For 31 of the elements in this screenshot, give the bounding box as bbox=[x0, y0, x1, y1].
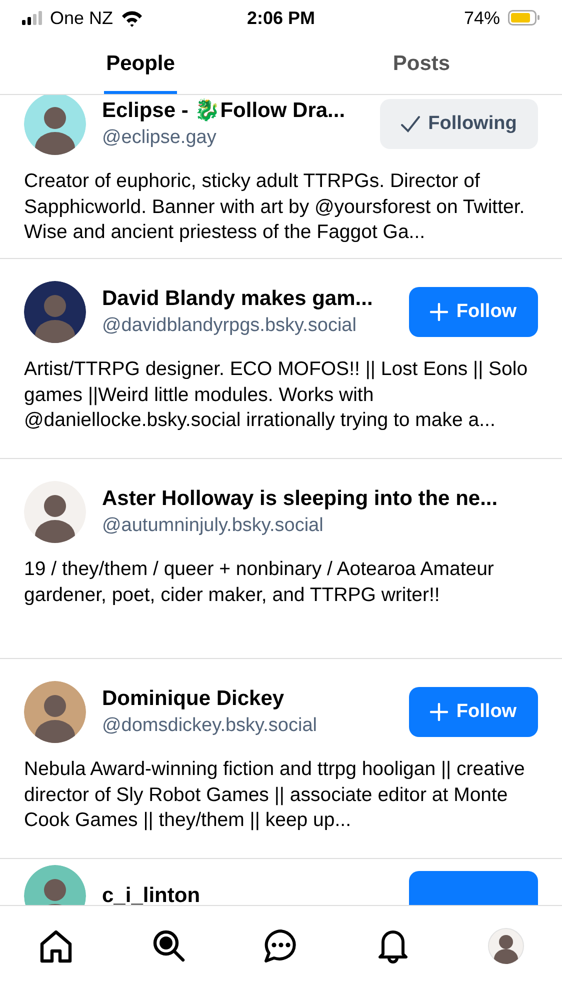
user-handle: @eclipse.gay bbox=[102, 126, 218, 150]
follow-button[interactable]: Follow bbox=[409, 287, 538, 337]
battery-icon bbox=[508, 10, 540, 26]
profile-bio: Nebula Award-winning fiction and ttrpg hooligan || creative director of Sly Robot Games || associate editor at Monte Cook Games || they/them || keep up... bbox=[24, 757, 526, 833]
display-name: David Blandy makes gam... bbox=[102, 286, 374, 312]
display-name: c_i_linton bbox=[102, 883, 202, 905]
user-handle: @davidblandyrpgs.bsky.social bbox=[102, 314, 358, 338]
display-name: Eclipse - 🐉Follow Dra... bbox=[102, 98, 346, 124]
signal-icon bbox=[22, 11, 42, 25]
follow-button[interactable]: Follow bbox=[409, 687, 538, 737]
clock-time: 2:06 PM bbox=[246, 6, 316, 30]
following-button[interactable]: Following bbox=[380, 99, 538, 149]
battery-percent: 74% bbox=[464, 6, 500, 30]
display-name: Dominique Dickey bbox=[102, 686, 286, 712]
profile-bio: Creator of euphoric, sticky adult TTRPGs. Director of Sapphicworld. Banner with art by @yoursforest on Twitter. Wise and ancient priestess of the Faggot Ga... bbox=[24, 169, 526, 245]
profile-bio: 19 / they/them / queer + nonbinary / Aotearoa Amateur gardener, poet, cider maker, and TTRPG writer!! bbox=[24, 557, 495, 608]
carrier-name: One NZ bbox=[50, 6, 114, 30]
plus-icon bbox=[430, 303, 448, 321]
profile-bio: Artist/TTRPG designer. ECO MOFOS!! || Lost Eons || Solo games ||Weird little modules. Works with @daniellocke.bsky.social irrationally trying to make a... bbox=[24, 357, 529, 433]
tab[interactable]: People bbox=[104, 36, 177, 94]
chat-icon[interactable] bbox=[262, 928, 299, 964]
tab[interactable]: Posts bbox=[390, 36, 452, 94]
user-handle: @autumninjuly.bsky.social bbox=[102, 514, 324, 538]
wifi-icon bbox=[121, 10, 144, 26]
search-icon[interactable] bbox=[150, 928, 187, 964]
display-name: Aster Holloway is sleeping into the ne... bbox=[102, 486, 499, 512]
check-icon bbox=[401, 115, 420, 133]
user-handle: @domsdickey.bsky.social bbox=[102, 714, 318, 738]
profile-avatar[interactable] bbox=[488, 928, 524, 964]
plus-icon bbox=[430, 703, 448, 721]
home-icon[interactable] bbox=[38, 928, 74, 964]
